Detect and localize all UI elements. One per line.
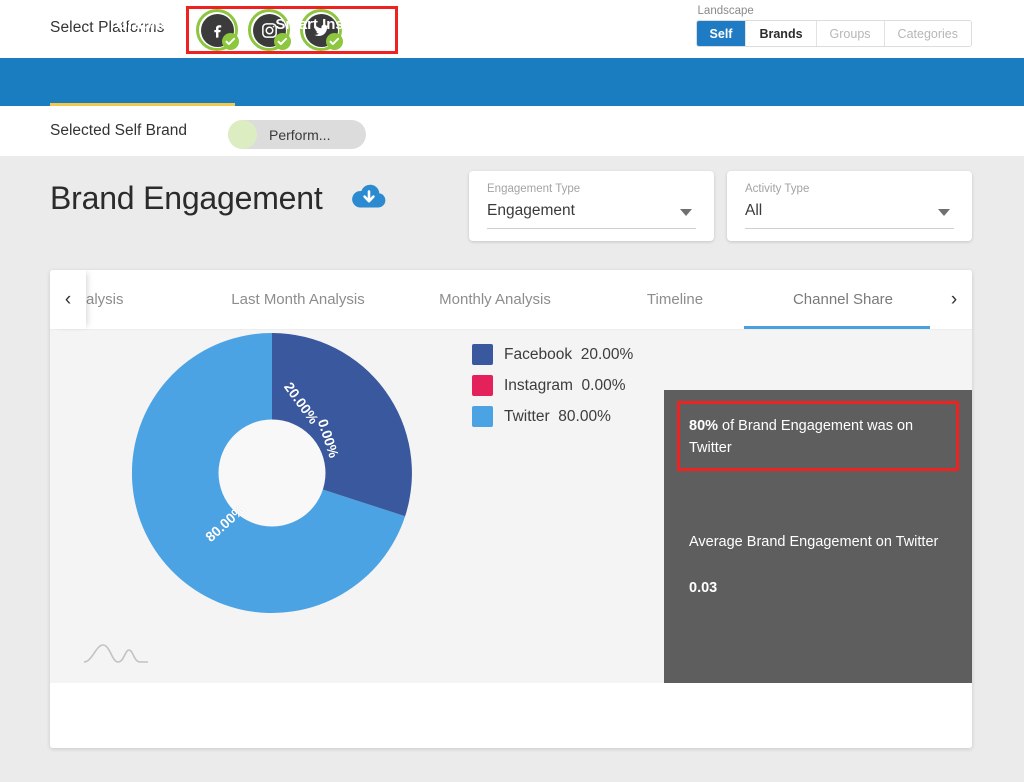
donut-chart[interactable]: 20.00% 0.00% 80.00% [131, 332, 412, 613]
activity-type-filter[interactable]: Activity Type All [727, 171, 972, 241]
chevron-left-icon[interactable]: ‹ [50, 270, 86, 329]
divider [745, 228, 954, 229]
legend-swatch-instagram [472, 375, 493, 396]
landscape-button-group: Self Brands Groups Categories [695, 20, 972, 47]
nav-tab-graphs[interactable]: Graphs [50, 0, 235, 48]
legend-item-instagram[interactable]: Instagram 0.00% [472, 370, 633, 401]
card-footer [50, 683, 972, 748]
cloud-download-icon[interactable] [350, 182, 388, 217]
chart-tab-channel-share[interactable]: Channel Share [750, 270, 936, 329]
divider [487, 228, 696, 229]
callout-text: 80% of Brand Engagement was on Twitter [689, 418, 914, 456]
average-engagement-value: 0.03 [689, 580, 718, 596]
landscape-option-self[interactable]: Self [696, 21, 747, 46]
selected-brand-name: Perform... [269, 126, 331, 143]
landscape-label: Landscape [697, 5, 754, 17]
engagement-type-label: Engagement Type [487, 183, 581, 195]
chart-tab-monthly-analysis[interactable]: Monthly Analysis [402, 270, 588, 329]
landscape-option-categories[interactable]: Categories [884, 21, 971, 46]
chart-type-watermark-icon [82, 640, 150, 671]
page-title: Brand Engagement [50, 180, 323, 216]
selected-brand-chip[interactable]: Perform... [228, 120, 366, 149]
chart-tab-active-underline [744, 326, 930, 329]
activity-type-label: Activity Type [745, 183, 810, 195]
engagement-type-filter[interactable]: Engagement Type Engagement [469, 171, 714, 241]
average-engagement-label: Average Brand Engagement on Twitter [689, 534, 939, 550]
page-body: Brand Engagement Engagement Type Engagem… [0, 156, 1024, 782]
nav-tab-smart-insights[interactable]: Smart Insights [235, 0, 420, 48]
legend-item-facebook[interactable]: Facebook 20.00% [472, 339, 633, 370]
legend-swatch-twitter [472, 406, 493, 427]
chevron-right-icon[interactable]: › [936, 270, 972, 329]
chart-plot-area: 20.00% 0.00% 80.00% Facebook 20.00% Inst… [50, 330, 972, 743]
landscape-selector: Landscape Self Brands Groups Categories [695, 5, 972, 47]
legend-swatch-facebook [472, 344, 493, 365]
engagement-type-value: Engagement [487, 202, 575, 219]
app-root: Select Platforms Landscape Self Brands G… [0, 0, 1024, 782]
avatar [228, 120, 257, 149]
primary-nav [0, 58, 1024, 106]
legend-label-twitter: Twitter 80.00% [504, 407, 611, 425]
activity-type-value: All [745, 202, 763, 219]
legend-label-instagram: Instagram 0.00% [504, 376, 626, 394]
legend-label-facebook: Facebook 20.00% [504, 345, 634, 363]
legend-item-twitter[interactable]: Twitter 80.00% [472, 401, 633, 432]
chart-card: alysis Last Month Analysis Monthly Analy… [50, 270, 972, 748]
chevron-down-icon[interactable] [938, 209, 950, 216]
landscape-option-brands[interactable]: Brands [746, 21, 817, 46]
chart-tab-timeline[interactable]: Timeline [598, 270, 752, 329]
chart-tab-strip: alysis Last Month Analysis Monthly Analy… [50, 270, 972, 330]
landscape-option-groups[interactable]: Groups [816, 21, 885, 46]
chevron-down-icon[interactable] [680, 209, 692, 216]
selected-brand-label: Selected Self Brand [50, 122, 188, 139]
chart-tab-last-month-analysis[interactable]: Last Month Analysis [198, 270, 398, 329]
selected-brand-row: Selected Self Brand [0, 106, 1024, 156]
chart-legend: Facebook 20.00% Instagram 0.00% Twitter … [472, 339, 633, 432]
